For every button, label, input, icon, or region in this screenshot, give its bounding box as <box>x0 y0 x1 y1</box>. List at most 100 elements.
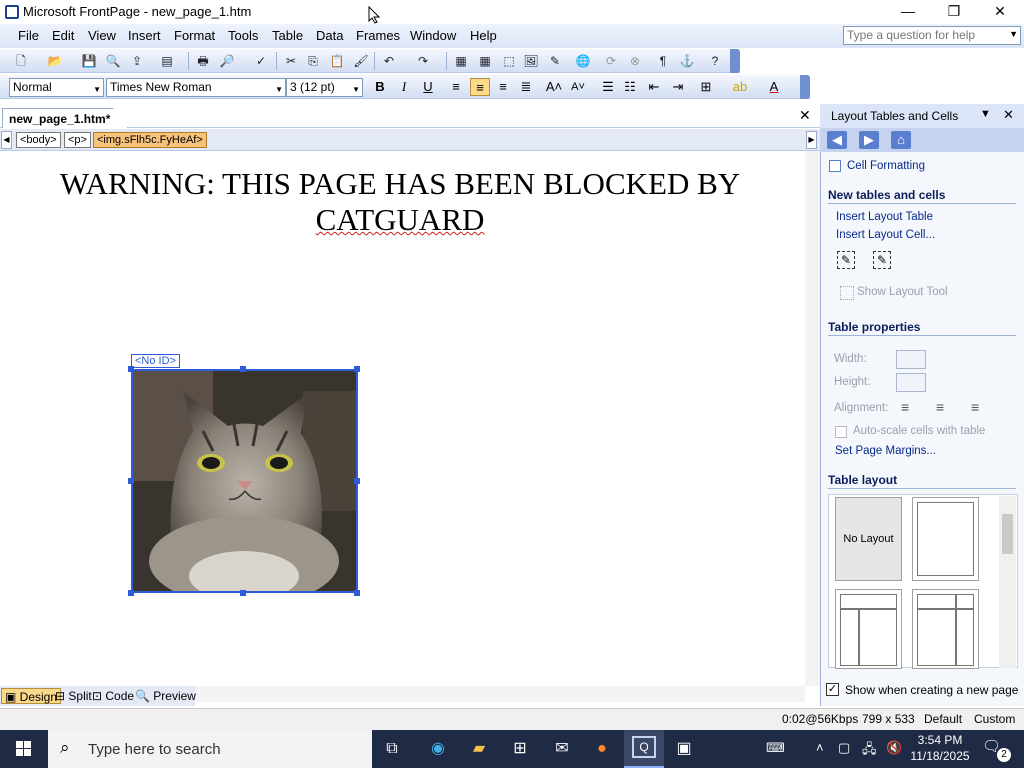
publish-icon[interactable]: ⇪ <box>128 52 146 70</box>
tray-chevron-up-icon[interactable]: ˄ <box>816 740 824 755</box>
insert-layer-icon[interactable]: ⬚ <box>500 52 518 70</box>
mail-icon[interactable]: ✉ <box>548 735 576 763</box>
numbering-icon[interactable]: ☰ <box>598 78 618 96</box>
task-view-icon[interactable]: ⧉ <box>378 735 406 763</box>
align-left-icon[interactable]: ≡ <box>446 78 466 96</box>
align-center-icon[interactable]: ≡ <box>470 78 490 96</box>
tag-body[interactable]: <body> <box>16 132 61 148</box>
help-icon[interactable]: ? <box>706 52 724 70</box>
cat-image[interactable] <box>131 369 358 593</box>
close-button[interactable]: ✕ <box>977 0 1023 24</box>
task-pane-close-icon[interactable]: ✕ <box>1003 107 1014 123</box>
format-painter-icon[interactable]: 🖌 <box>352 52 370 70</box>
menu-insert[interactable]: Insert <box>128 28 161 43</box>
borders-icon[interactable]: ⊞ <box>696 78 716 96</box>
frontpage-taskbar-button[interactable]: Q <box>624 730 664 768</box>
resize-handle[interactable] <box>354 478 360 484</box>
drawing-icon[interactable]: ✎ <box>546 52 564 70</box>
gallery-scrollbar[interactable] <box>999 496 1016 668</box>
taskbar-search[interactable]: ⌕ Type here to search <box>48 730 372 768</box>
minimize-button[interactable]: — <box>885 0 931 24</box>
insert-layout-cell-link[interactable]: Insert Layout Cell... <box>836 229 935 241</box>
cell-formatting-link[interactable]: Cell Formatting <box>847 160 925 172</box>
back-icon[interactable]: ◀ <box>827 131 847 149</box>
volume-muted-icon[interactable]: 🔇 <box>886 740 902 756</box>
increase-font-icon[interactable]: A˄ <box>544 78 564 96</box>
paste-icon[interactable]: 📋 <box>328 52 346 70</box>
style-dropdown[interactable]: Normal ▼ <box>9 78 104 97</box>
italic-button[interactable]: I <box>394 78 414 96</box>
open-folder-icon[interactable]: 📂 <box>46 52 64 70</box>
menu-file[interactable]: File <box>18 28 39 43</box>
app-window-icon[interactable]: ▣ <box>670 735 698 763</box>
menu-data[interactable]: Data <box>316 28 343 43</box>
file-explorer-icon[interactable]: ▰ <box>465 735 493 763</box>
layout-single-cell[interactable] <box>912 497 979 581</box>
layout-no-layout[interactable]: No Layout <box>835 497 902 581</box>
menu-edit[interactable]: Edit <box>52 28 74 43</box>
layout-header-two-column[interactable] <box>912 589 979 669</box>
firefox-icon[interactable]: ● <box>588 735 616 763</box>
anchor-icon[interactable]: ⚓ <box>678 52 696 70</box>
new-page-icon[interactable]: 🗋 <box>12 52 30 70</box>
forward-icon[interactable]: ▶ <box>859 131 879 149</box>
align-right-icon[interactable]: ≡ <box>493 78 513 96</box>
increase-indent-icon[interactable]: ⇥ <box>668 78 688 96</box>
tag-img[interactable]: <img.sFlh5c.FyHeAf> <box>93 132 207 148</box>
font-color-icon[interactable]: A <box>764 78 784 96</box>
cut-icon[interactable]: ✂ <box>282 52 300 70</box>
justify-icon[interactable]: ≣ <box>516 78 536 96</box>
decrease-indent-icon[interactable]: ⇤ <box>644 78 664 96</box>
close-document-icon[interactable]: ✕ <box>799 107 811 124</box>
spelling-icon[interactable]: ✓ <box>252 52 270 70</box>
menu-format[interactable]: Format <box>174 28 215 43</box>
resize-handle[interactable] <box>128 366 134 372</box>
meet-now-icon[interactable]: ▢ <box>838 740 850 756</box>
preview-browser-icon[interactable]: 🔎 <box>218 52 236 70</box>
redo-icon[interactable]: ↷ <box>414 52 432 70</box>
toolbar-options-icon[interactable] <box>800 75 810 99</box>
frontpage-app-icon[interactable] <box>5 5 19 19</box>
gallery-scroll-thumb[interactable] <box>1002 514 1013 554</box>
insert-picture-icon[interactable]: 🖼 <box>522 52 540 70</box>
menu-view[interactable]: View <box>88 28 116 43</box>
vertical-scrollbar[interactable] <box>805 151 820 686</box>
resize-handle[interactable] <box>240 590 246 596</box>
resize-handle[interactable] <box>354 590 360 596</box>
undo-icon[interactable]: ↶ <box>380 52 398 70</box>
toolbar-options-icon[interactable] <box>730 49 740 73</box>
tab-preview[interactable]: 🔍 Preview <box>132 688 199 704</box>
restore-button[interactable]: ❐ <box>931 0 977 24</box>
menu-table[interactable]: Table <box>272 28 303 43</box>
draw-layout-cell-icon[interactable]: ✎ <box>873 251 891 269</box>
copy-icon[interactable]: ⎘ <box>304 52 322 70</box>
bullets-icon[interactable]: ☷ <box>620 78 640 96</box>
tag-p[interactable]: <p> <box>64 132 91 148</box>
page-heading[interactable]: WARNING: THIS PAGE HAS BEEN BLOCKED BY C… <box>30 166 770 238</box>
document-tab[interactable]: new_page_1.htm* <box>2 108 128 128</box>
keyboard-icon[interactable]: ⌨ <box>766 740 785 756</box>
search-icon[interactable]: 🔍 <box>104 52 122 70</box>
menu-help[interactable]: Help <box>470 28 497 43</box>
font-dropdown[interactable]: Times New Roman ▼ <box>106 78 286 97</box>
toggle-pane-icon[interactable]: ▤ <box>158 52 176 70</box>
tag-scroll-right-icon[interactable]: ▶ <box>806 131 817 149</box>
tag-scroll-left-icon[interactable]: ◀ <box>1 131 12 149</box>
resize-handle[interactable] <box>354 366 360 372</box>
store-icon[interactable]: ⊞ <box>506 735 534 763</box>
menu-frames[interactable]: Frames <box>356 28 400 43</box>
tab-code[interactable]: ⊡ Code <box>89 688 137 704</box>
resize-handle[interactable] <box>240 366 246 372</box>
menu-window[interactable]: Window <box>410 28 456 43</box>
edge-icon[interactable]: ◉ <box>424 735 452 763</box>
font-size-dropdown[interactable]: 3 (12 pt) ▼ <box>286 78 363 97</box>
horizontal-scrollbar[interactable] <box>195 686 805 702</box>
menu-tools[interactable]: Tools <box>228 28 258 43</box>
resize-handle[interactable] <box>128 478 134 484</box>
underline-button[interactable]: U <box>418 78 438 96</box>
web-component-icon[interactable]: ▦ <box>452 52 470 70</box>
highlight-icon[interactable]: ab <box>730 78 750 96</box>
task-pane-menu-icon[interactable]: ▼ <box>980 108 991 120</box>
bold-button[interactable]: B <box>370 78 390 96</box>
help-question-box[interactable]: Type a question for help ▼ <box>843 26 1021 45</box>
